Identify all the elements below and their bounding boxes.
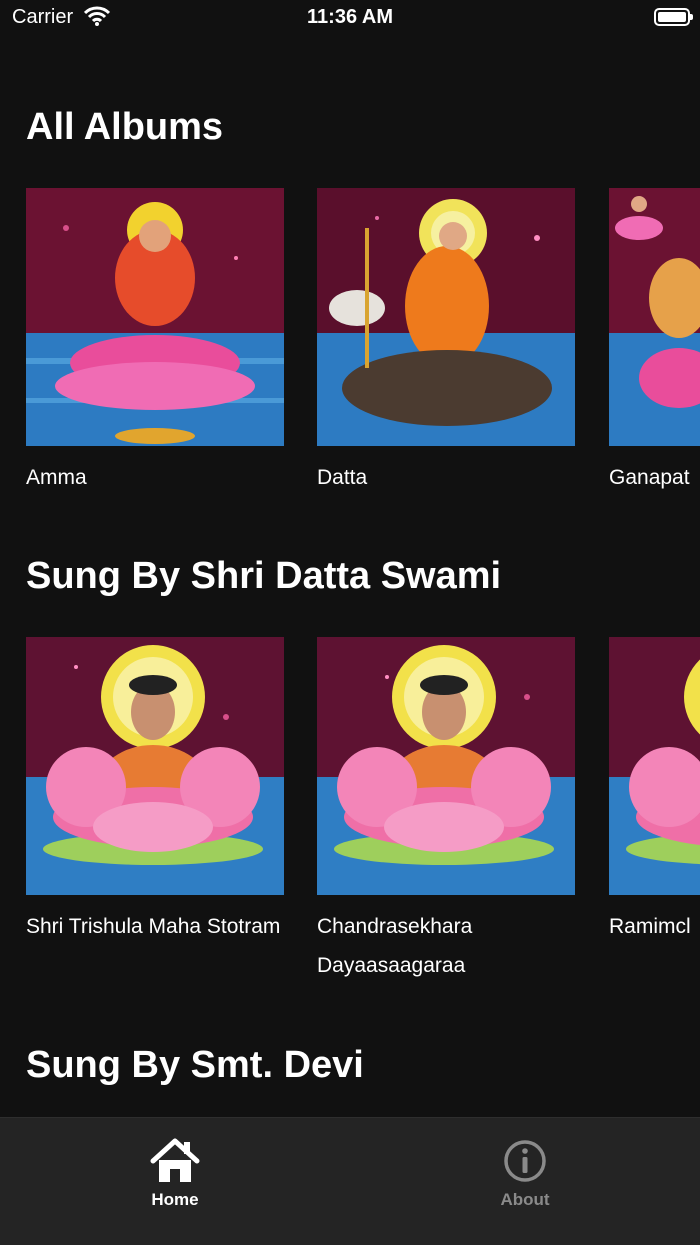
swami-lotus-icon[interactable] [26, 637, 284, 895]
album-row-datta-swami[interactable]: Shri Trishula Maha Stotram Chandrasekhar… [26, 637, 700, 997]
tab-home[interactable]: Home [0, 1118, 350, 1218]
album-title: Datta [317, 466, 368, 489]
album-title: Shri Trishula Maha Stotram [26, 915, 281, 938]
swami-lotus-icon[interactable] [609, 637, 700, 895]
section-title-all-albums: All Albums [26, 106, 224, 148]
lakshmi-icon[interactable] [26, 188, 284, 446]
album-card[interactable]: Ramimcl [609, 637, 700, 946]
album-card[interactable]: Ganapat [609, 188, 700, 497]
album-card[interactable]: Chandrasekhara Dayaasaagaraa [317, 637, 575, 985]
dattatreya-icon[interactable] [317, 188, 575, 446]
section-title-datta-swami: Sung By Shri Datta Swami [26, 555, 502, 597]
battery-icon [654, 8, 693, 26]
album-title: Chandrasekhara Dayaasaagaraa [317, 915, 473, 977]
album-title: Ramimcl [609, 915, 691, 938]
album-card[interactable]: Datta [317, 188, 575, 497]
album-title: Amma [26, 466, 87, 489]
info-icon [500, 1138, 550, 1184]
tab-about-label: About [500, 1190, 550, 1209]
section-title-smt-devi: Sung By Smt. Devi [26, 1044, 364, 1086]
album-title: Ganapat [609, 466, 690, 489]
tab-home-label: Home [151, 1190, 199, 1209]
tab-about[interactable]: About [350, 1118, 700, 1218]
tab-bar: Home About [0, 1117, 700, 1245]
clock: 11:36 AM [307, 6, 393, 28]
album-row-all-albums[interactable]: Amma Datta Ganapat [26, 188, 700, 548]
home-icon [150, 1138, 200, 1184]
album-card[interactable]: Shri Trishula Maha Stotram [26, 637, 284, 946]
swami-lotus-icon[interactable] [317, 637, 575, 895]
album-card[interactable]: Amma [26, 188, 284, 497]
ganapati-icon[interactable] [609, 188, 700, 446]
status-bar: Carrier 11:36 AM [0, 0, 700, 40]
